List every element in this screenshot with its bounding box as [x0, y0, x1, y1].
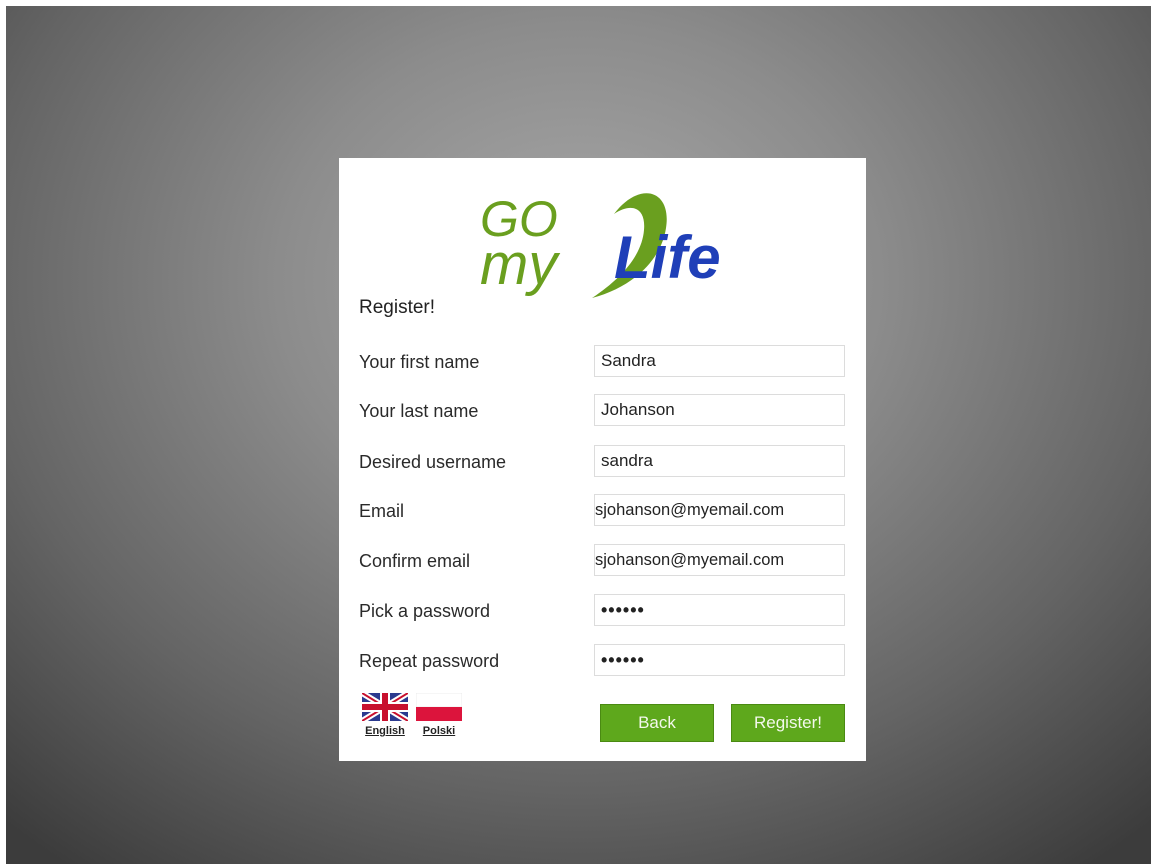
registration-card: GO my Life Register! Your first name You… — [339, 158, 866, 761]
poland-flag-icon — [416, 693, 462, 721]
email-input[interactable] — [594, 494, 845, 526]
repeat-password-label: Repeat password — [359, 651, 500, 671]
language-english[interactable]: English — [362, 693, 408, 737]
confirm-email-input[interactable] — [594, 544, 845, 576]
uk-flag-icon — [362, 693, 408, 721]
repeat-password-input[interactable] — [594, 644, 845, 676]
password-label: Pick a password — [359, 601, 491, 621]
username-row: Desired username — [339, 445, 866, 479]
register-button[interactable]: Register! — [731, 704, 845, 742]
password-input[interactable] — [594, 594, 845, 626]
email-label: Email — [359, 501, 405, 521]
gomylife-logo: GO my Life — [480, 191, 721, 298]
last-name-input[interactable] — [594, 394, 845, 426]
language-polski-label[interactable]: Polski — [416, 725, 462, 737]
email-row: Email — [339, 494, 866, 528]
back-button[interactable]: Back — [600, 704, 714, 742]
svg-text:Life: Life — [614, 224, 721, 291]
register-heading: Register! — [359, 297, 436, 318]
password-row: Pick a password — [339, 594, 866, 628]
last-name-label: Your last name — [359, 401, 479, 421]
confirm-email-row: Confirm email — [339, 544, 866, 578]
first-name-input[interactable] — [594, 345, 845, 377]
first-name-row: Your first name — [339, 345, 866, 379]
username-input[interactable] — [594, 445, 845, 477]
confirm-email-label: Confirm email — [359, 551, 471, 571]
repeat-password-row: Repeat password — [339, 644, 866, 678]
username-label: Desired username — [359, 452, 507, 472]
first-name-label: Your first name — [359, 352, 480, 372]
last-name-row: Your last name — [339, 394, 866, 428]
language-polski[interactable]: Polski — [416, 693, 462, 737]
svg-text:my: my — [480, 232, 560, 297]
language-english-label[interactable]: English — [362, 725, 408, 737]
